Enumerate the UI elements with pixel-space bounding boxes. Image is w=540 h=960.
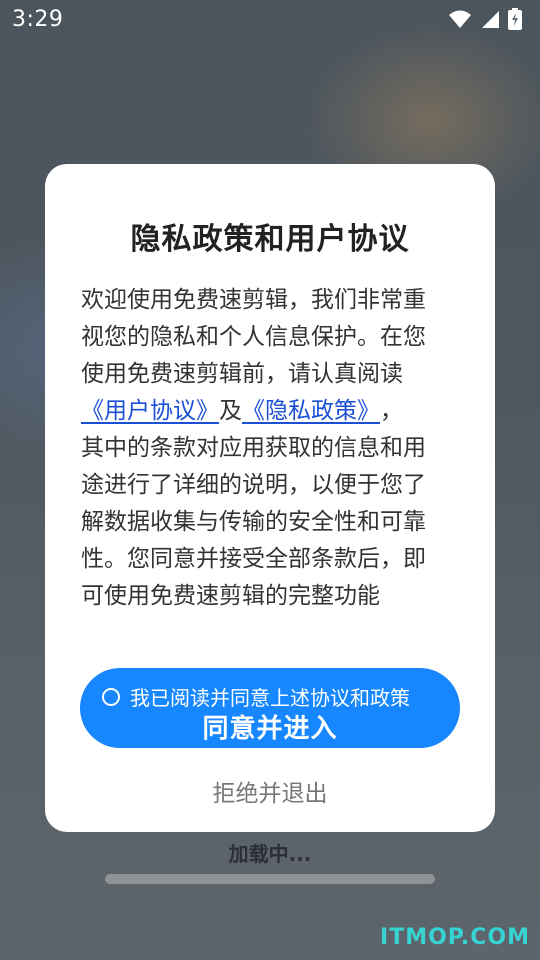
body-line: 性。您同意并接受全部条款后，即 [81,546,426,572]
cellular-signal-icon [482,11,499,28]
dialog-body: 欢迎使用免费速剪辑，我们非常重 视您的隐私和个人信息保护。在您 使用免费速剪辑前… [81,282,466,615]
refuse-exit-button[interactable]: 拒绝并退出 [45,774,495,808]
body-line: 视您的隐私和个人信息保护。在您 [81,324,426,350]
body-line: 可使用免费速剪辑的完整功能 [81,583,380,609]
link-trailing-punctuation: ， [380,398,403,424]
link-connector: 及 [219,398,242,424]
consent-checkbox[interactable]: 我已阅读并同意上述协议和政策 [102,682,410,711]
status-time: 3:29 [12,6,64,32]
dialog-title: 隐私政策和用户协议 [130,222,410,257]
user-agreement-link[interactable]: 《用户协议》 [81,393,219,430]
battery-charging-icon [508,8,522,30]
body-line: 其中的条款对应用获取的信息和用 [81,435,426,461]
radio-unchecked-icon[interactable] [102,687,120,706]
privacy-policy-link[interactable]: 《隐私政策》 [242,393,380,430]
agree-enter-button[interactable]: 我已阅读并同意上述协议和政策 同意并进入 [80,668,460,748]
status-icons [448,8,522,30]
status-bar: 3:29 [0,0,540,38]
consent-checkbox-label: 我已阅读并同意上述协议和政策 [130,686,410,710]
wifi-icon [449,10,471,28]
body-line: 使用免费速剪辑前，请认真阅读 [81,361,403,387]
loading-progress-bar [105,874,435,884]
body-line: 途进行了详细的说明，以便于您了 [81,472,426,498]
privacy-dialog: 隐私政策和用户协议 欢迎使用免费速剪辑，我们非常重 视您的隐私和个人信息保护。在… [45,164,495,832]
body-line: 欢迎使用免费速剪辑，我们非常重 [81,287,426,313]
policy-links-line: 《用户协议》 及 《隐私政策》 ， [81,393,466,430]
body-line: 解数据收集与传输的安全性和可靠 [81,509,426,535]
agree-button-label: 同意并进入 [202,714,338,744]
loading-label: 加载中... [228,842,312,866]
watermark: ITMOP.COM [380,925,530,950]
